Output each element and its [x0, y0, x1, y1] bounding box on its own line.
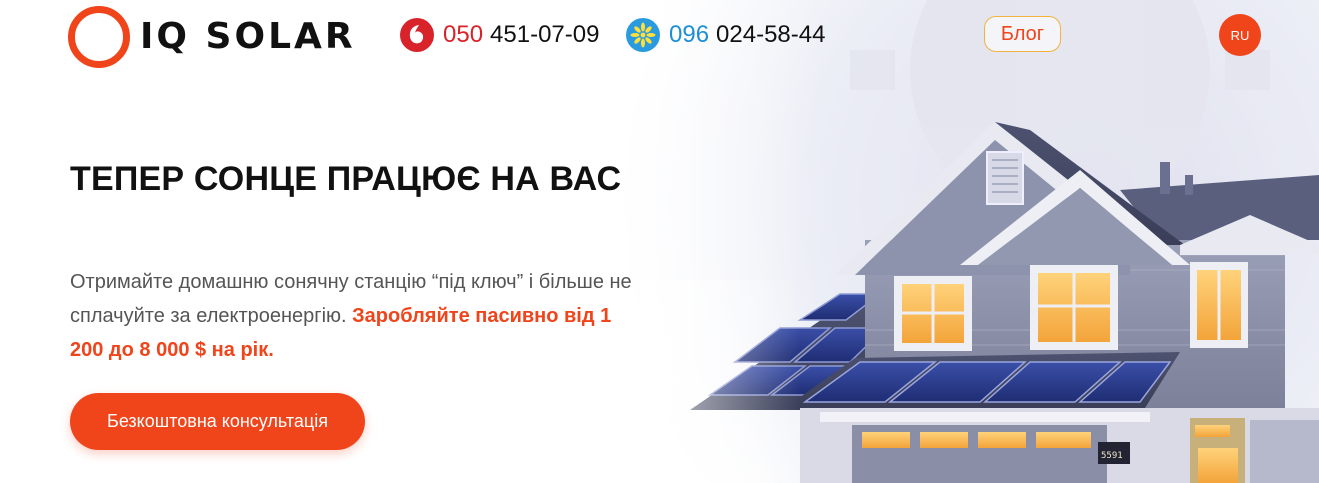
language-switch-button[interactable]: RU [1219, 14, 1261, 56]
hero-title: ТЕПЕР СОНЦЕ ПРАЦЮЄ НА ВАС [70, 160, 622, 198]
phone-kyivstar[interactable]: 096 024-58-44 [626, 15, 825, 55]
logo-ring-icon [68, 6, 130, 68]
site-logo[interactable]: IQ SOLAR [68, 6, 356, 68]
phone-vodafone[interactable]: 050 451-07-09 [400, 15, 599, 55]
hero-description: Отримайте домашню сонячну станцію “під к… [70, 265, 650, 367]
phone-code: 096 [669, 21, 710, 48]
free-consultation-button[interactable]: Безкоштовна консультація [70, 393, 365, 450]
vodafone-icon [400, 18, 434, 52]
phone-number: 024-58-44 [716, 21, 826, 48]
phone-number: 451-07-09 [490, 21, 600, 48]
phone-code: 050 [443, 21, 484, 48]
house-number: 5591 [1101, 451, 1123, 461]
kyivstar-icon [626, 18, 660, 52]
blog-button[interactable]: Блог [984, 16, 1061, 52]
logo-text: IQ SOLAR [140, 16, 356, 57]
